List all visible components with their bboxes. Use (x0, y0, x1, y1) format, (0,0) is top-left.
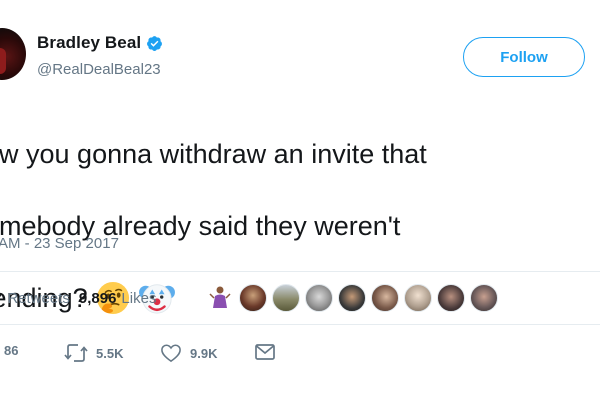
retweets-label: Retweets (7, 290, 70, 307)
retweet-button[interactable]: 5.5K (64, 343, 123, 363)
user-handle[interactable]: @RealDealBeal23 (37, 61, 161, 78)
display-name[interactable]: Bradley Beal (37, 33, 141, 53)
liker-avatar-8[interactable] (437, 284, 465, 312)
divider (0, 324, 600, 325)
reply-count: 86 (4, 343, 19, 358)
liker-avatar-4[interactable] (305, 284, 333, 312)
liker-avatar-1[interactable] (206, 284, 234, 312)
engagement-stats: 7 Retweets 9,896Likes (0, 290, 165, 307)
tweet-text-line: ow you gonna withdraw an invite that (0, 139, 427, 169)
liker-avatars (206, 284, 503, 312)
direct-message-button[interactable] (254, 343, 276, 361)
liker-avatar-6[interactable] (371, 284, 399, 312)
liker-avatar-7[interactable] (404, 284, 432, 312)
follow-button[interactable]: Follow (463, 37, 585, 77)
tweet-text: ow you gonna withdraw an invite that ome… (0, 100, 584, 360)
tweet-actions: 86 5.5K 9.9K (0, 343, 600, 367)
likes-count: 9,896 (78, 290, 117, 307)
likes-label: Likes (121, 290, 157, 307)
reply-button[interactable]: 86 (4, 343, 18, 358)
avatar[interactable] (0, 28, 26, 80)
heart-icon (160, 343, 182, 363)
retweets-count: 7 (0, 290, 2, 307)
retweet-icon (64, 343, 88, 363)
verified-badge-icon (146, 35, 163, 52)
likes-stat[interactable]: 9,896 Likes (79, 290, 157, 307)
liker-avatar-9[interactable] (470, 284, 498, 312)
retweet-count: 5.5K (96, 345, 124, 361)
divider (0, 271, 600, 272)
tweet-card: Bradley Beal @RealDealBeal23 Follow ow y… (0, 0, 600, 400)
author-name-row: Bradley Beal (37, 33, 163, 53)
retweets-stat[interactable]: 7 Retweets (0, 290, 70, 307)
liker-avatar-3[interactable] (272, 284, 300, 312)
like-count: 9.9K (190, 345, 218, 361)
tweet-timestamp[interactable]: AM - 23 Sep 2017 (0, 235, 119, 252)
like-button[interactable]: 9.9K (160, 343, 217, 363)
liker-avatar-5[interactable] (338, 284, 366, 312)
liker-avatar-2[interactable] (239, 284, 267, 312)
envelope-icon (254, 343, 276, 361)
